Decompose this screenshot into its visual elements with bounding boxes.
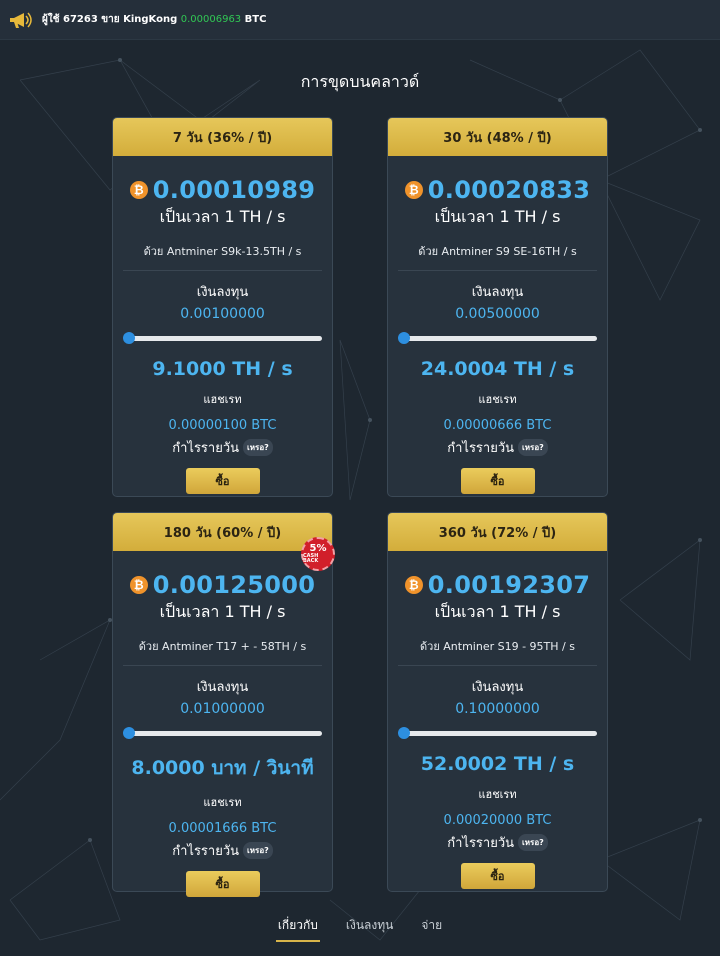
investment-slider[interactable] <box>123 330 322 346</box>
machine-label: ด้วย Antminer S19 - 95TH / s <box>420 640 575 653</box>
per-unit-label: เป็นเวลา 1 TH / s <box>159 207 286 226</box>
slider-track[interactable] <box>127 336 322 341</box>
slider-track[interactable] <box>402 336 597 341</box>
network-background <box>0 49 702 941</box>
plan-card-180-days: 180 วัน (60% / ปี) 5% CASH BACK ₿ 0.0012… <box>112 512 335 897</box>
machine-label: ด้วย Antminer T17 + - 58TH / s <box>138 640 307 653</box>
why-button[interactable]: เหรอ? <box>518 439 548 456</box>
plan-header: 180 วัน (60% / ปี) <box>113 513 332 551</box>
plan-card-360-days: 360 วัน (72% / ปี) ₿ 0.00192307 เป็นเวลา… <box>387 512 608 892</box>
buy-button[interactable]: ซื้อ <box>460 863 535 889</box>
ticker-amount: 0.00006963 <box>180 14 242 25</box>
hashrate-value: 24.0004 TH / s <box>420 358 575 380</box>
investment-label: เงินลงทุน <box>196 680 249 695</box>
daily-profit-row: กำไรรายวัน เหรอ? <box>388 437 607 458</box>
ticker-unit: BTC <box>244 14 267 25</box>
plan-rate: 0.00020833 <box>427 176 591 204</box>
per-unit-label: เป็นเวลา 1 TH / s <box>159 602 286 621</box>
buy-button[interactable]: ซื้อ <box>185 468 260 494</box>
hashrate-label: แฮชเรท <box>478 393 517 406</box>
slider-handle[interactable] <box>123 727 135 739</box>
daily-profit-row: กำไรรายวัน เหรอ? <box>113 437 332 458</box>
ticker-text: ผู้ใช้ 67263 ขาย KingKong 0.00006963 BTC <box>42 12 266 27</box>
cashback-badge: 5% CASH BACK <box>301 537 335 571</box>
slider-handle[interactable] <box>123 332 135 344</box>
machine-label: ด้วย Antminer S9 SE-16TH / s <box>418 245 577 258</box>
daily-profit-value: 0.00001666 BTC <box>168 821 277 836</box>
investment-value: 0.00500000 <box>455 306 540 322</box>
slider-track[interactable] <box>127 731 322 736</box>
rate-row: ₿ 0.00020833 <box>388 176 607 204</box>
hashrate-label: แฮชเรท <box>203 393 242 406</box>
divider <box>123 270 322 271</box>
bottom-tabs: เกี่ยวกับ เงินลงทุน จ่าย <box>0 910 720 946</box>
bitcoin-icon: ₿ <box>404 576 423 594</box>
investment-label: เงินลงทุน <box>471 680 524 695</box>
megaphone-icon <box>10 12 32 28</box>
page-title: การขุดบนคลาวด์ <box>300 72 420 91</box>
daily-profit-value: 0.00000100 BTC <box>168 418 277 433</box>
plan-card-7-days: 7 วัน (36% / ปี) ₿ 0.00010989 เป็นเวลา 1… <box>112 117 333 497</box>
investment-slider[interactable] <box>123 725 322 741</box>
investment-value: 0.00100000 <box>180 306 265 322</box>
daily-profit-value: 0.00000666 BTC <box>443 418 552 433</box>
divider <box>398 665 597 666</box>
tab-investment[interactable]: เงินลงทุน <box>344 910 396 946</box>
tab-about[interactable]: เกี่ยวกับ <box>275 910 320 942</box>
daily-profit-value: 0.00020000 BTC <box>443 813 552 828</box>
investment-label: เงินลงทุน <box>471 285 524 300</box>
plan-rate: 0.00192307 <box>427 571 591 599</box>
rate-row: ₿ 0.00192307 <box>388 571 607 599</box>
slider-handle[interactable] <box>398 332 410 344</box>
hashrate-value: 9.1000 TH / s <box>152 358 293 380</box>
hashrate-value: 8.0000 บาท / วินาที <box>131 757 314 779</box>
daily-profit-label: กำไรรายวัน <box>447 836 515 851</box>
plan-header: 7 วัน (36% / ปี) <box>113 118 332 156</box>
rate-row: ₿ 0.00125000 <box>113 571 332 599</box>
bitcoin-icon: ₿ <box>404 181 423 199</box>
plan-header: 360 วัน (72% / ปี) <box>388 513 607 551</box>
plan-rate: 0.00125000 <box>152 571 316 599</box>
slider-handle[interactable] <box>398 727 410 739</box>
investment-label: เงินลงทุน <box>196 285 249 300</box>
cashback-text: CASH BACK <box>303 553 319 564</box>
hashrate-value: 52.0002 TH / s <box>420 753 575 775</box>
daily-profit-row: กำไรรายวัน เหรอ? <box>113 840 332 861</box>
plan-header: 30 วัน (48% / ปี) <box>388 118 607 156</box>
divider <box>398 270 597 271</box>
why-button[interactable]: เหรอ? <box>518 834 548 851</box>
ticker-bar: ผู้ใช้ 67263 ขาย KingKong 0.00006963 BTC <box>0 0 720 40</box>
divider <box>123 665 322 666</box>
investment-slider[interactable] <box>398 330 597 346</box>
buy-button[interactable]: ซื้อ <box>460 468 535 494</box>
why-button[interactable]: เหรอ? <box>243 439 273 456</box>
bitcoin-icon: ₿ <box>129 576 148 594</box>
investment-value: 0.10000000 <box>455 701 540 717</box>
plan-card-30-days: 30 วัน (48% / ปี) ₿ 0.00020833 เป็นเวลา … <box>387 117 608 497</box>
buy-button[interactable]: ซื้อ <box>185 871 260 897</box>
investment-value: 0.01000000 <box>180 701 265 717</box>
daily-profit-label: กำไรรายวัน <box>172 844 240 859</box>
per-unit-label: เป็นเวลา 1 TH / s <box>434 207 561 226</box>
investment-slider[interactable] <box>398 725 597 741</box>
ticker-prefix: ผู้ใช้ 67263 ขาย KingKong <box>42 14 178 25</box>
daily-profit-label: กำไรรายวัน <box>172 441 240 456</box>
bitcoin-icon: ₿ <box>129 181 148 199</box>
hashrate-label: แฮชเรท <box>478 788 517 801</box>
daily-profit-label: กำไรรายวัน <box>447 441 515 456</box>
plan-rate: 0.00010989 <box>152 176 316 204</box>
per-unit-label: เป็นเวลา 1 TH / s <box>434 602 561 621</box>
hashrate-label: แฮชเรท <box>203 796 242 809</box>
tab-payment[interactable]: จ่าย <box>419 910 444 946</box>
machine-label: ด้วย Antminer S9k-13.5TH / s <box>143 245 302 258</box>
daily-profit-row: กำไรรายวัน เหรอ? <box>388 832 607 853</box>
rate-row: ₿ 0.00010989 <box>113 176 332 204</box>
why-button[interactable]: เหรอ? <box>243 842 273 859</box>
slider-track[interactable] <box>402 731 597 736</box>
